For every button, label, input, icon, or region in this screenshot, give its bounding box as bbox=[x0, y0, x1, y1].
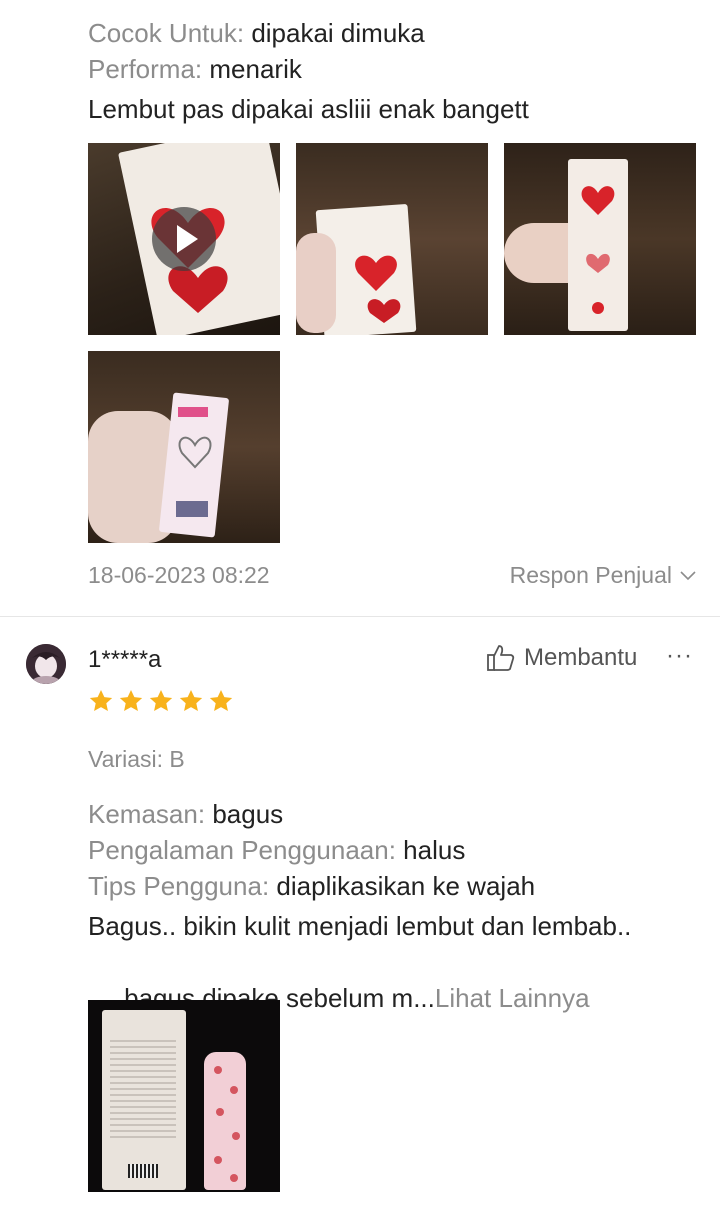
thumbs-up-icon bbox=[487, 645, 515, 671]
helpful-button[interactable]: Membantu bbox=[486, 644, 637, 672]
star-icon bbox=[179, 689, 203, 711]
helpful-label: Membantu bbox=[524, 644, 638, 671]
star-icon bbox=[89, 689, 113, 711]
play-icon[interactable] bbox=[152, 207, 216, 271]
attribute-performa: Performa: menarik bbox=[88, 52, 302, 86]
attribute-tips: Tips Pengguna: diaplikasikan ke wajah bbox=[88, 869, 535, 903]
avatar[interactable] bbox=[26, 644, 66, 684]
review-timestamp: 18-06-2023 08:22 bbox=[88, 562, 270, 588]
attribute-value: dipakai dimuka bbox=[251, 18, 425, 48]
attribute-cocok-untuk: Cocok Untuk: dipakai dimuka bbox=[88, 16, 425, 50]
review-photo-thumbnail[interactable] bbox=[504, 143, 696, 335]
review-video-thumbnail[interactable] bbox=[88, 143, 280, 335]
review-divider bbox=[0, 616, 720, 617]
attribute-value: halus bbox=[403, 835, 466, 865]
star-icon bbox=[149, 689, 173, 711]
reviewer-username: 1*****a bbox=[88, 646, 162, 673]
review-photo-thumbnail[interactable] bbox=[88, 1000, 280, 1192]
attribute-key: Cocok Untuk: bbox=[88, 18, 245, 48]
attribute-pengalaman: Pengalaman Penggunaan: halus bbox=[88, 833, 465, 867]
variation-label: Variasi: B bbox=[88, 746, 185, 772]
review-text-line: Bagus.. bikin kulit menjadi lembut dan l… bbox=[88, 911, 632, 941]
star-icon bbox=[209, 689, 233, 711]
review-photo-thumbnail[interactable] bbox=[296, 143, 488, 335]
attribute-key: Tips Pengguna: bbox=[88, 871, 270, 901]
attribute-value: bagus bbox=[212, 799, 284, 829]
attribute-key: Performa: bbox=[88, 54, 203, 84]
review-photo-thumbnail[interactable] bbox=[88, 351, 280, 543]
attribute-key: Pengalaman Penggunaan: bbox=[88, 835, 396, 865]
seller-response-label: Respon Penjual bbox=[509, 562, 672, 588]
see-more-link[interactable]: Lihat Lainnya bbox=[435, 983, 590, 1013]
seller-response-toggle[interactable]: Respon Penjual bbox=[510, 562, 696, 589]
review-text: Lembut pas dipakai asliii enak bangett bbox=[88, 94, 529, 124]
attribute-key: Kemasan: bbox=[88, 799, 206, 829]
more-options-icon[interactable]: ··· bbox=[666, 642, 693, 670]
star-rating bbox=[88, 688, 234, 714]
star-icon bbox=[119, 689, 143, 711]
attribute-value: diaplikasikan ke wajah bbox=[276, 871, 536, 901]
chevron-down-icon bbox=[680, 570, 696, 580]
attribute-kemasan: Kemasan: bagus bbox=[88, 797, 283, 831]
attribute-value: menarik bbox=[209, 54, 302, 84]
